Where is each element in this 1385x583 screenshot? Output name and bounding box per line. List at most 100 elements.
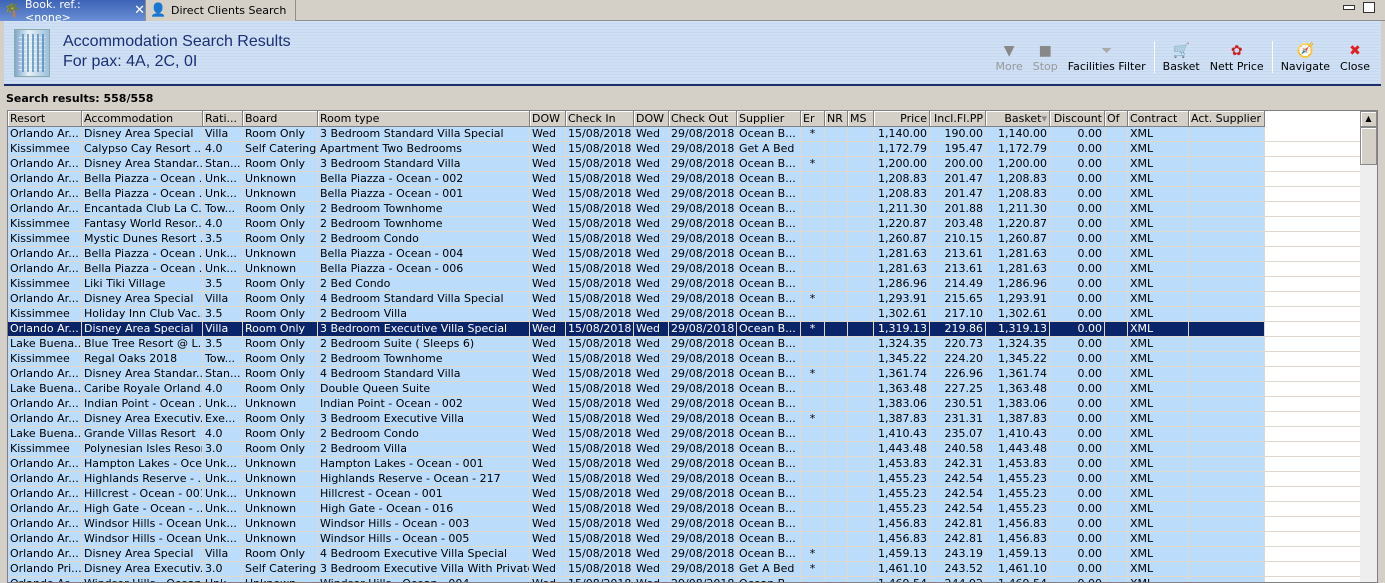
table-row[interactable]: Orlando Ar... Disney Area Special Villa Roo… — [8, 547, 1265, 562]
cell-basket: 1,286.96 — [986, 277, 1050, 292]
column-header-price[interactable]: Price — [874, 111, 930, 127]
cell-resort: Orlando Ar... — [8, 472, 82, 487]
column-header-check-out[interactable]: Check Out — [669, 111, 737, 127]
cell-basket: 1,461.10 — [986, 562, 1050, 577]
table-row[interactable]: Orlando Ar... Hampton Lakes - Oce... Unk..… — [8, 457, 1265, 472]
cell-ms — [848, 172, 874, 187]
close-button[interactable]: ✖ Close — [1335, 42, 1375, 73]
cell-resort: Kissimmee — [8, 277, 82, 292]
column-header-room-type[interactable]: Room type — [318, 111, 530, 127]
cell-board: Room Only — [243, 412, 318, 427]
table-row[interactable]: Kissimmee Mystic Dunes Resort ... 3.5 Room … — [8, 232, 1265, 247]
table-row[interactable]: Kissimmee Holiday Inn Club Vac... 3.5 Room … — [8, 307, 1265, 322]
column-header-label: Of — [1107, 112, 1120, 125]
table-row[interactable]: Kissimmee Regal Oaks 2018 Tow... Room Only 2… — [8, 352, 1265, 367]
cell-dow: Wed — [634, 187, 669, 202]
cell-dow: Wed — [530, 457, 566, 472]
column-header-discount[interactable]: Discount — [1050, 111, 1105, 127]
cell-er — [801, 142, 825, 157]
scroll-up-button[interactable]: ▲ — [1360, 111, 1377, 127]
cell-of — [1105, 337, 1128, 352]
minimize-button[interactable] — [1343, 5, 1355, 10]
column-header-board[interactable]: Board — [243, 111, 318, 127]
table-row[interactable]: Lake Buena... Blue Tree Resort @ L... 3.5 R… — [8, 337, 1265, 352]
table-row[interactable]: Orlando Ar... Disney Area Special Villa Roo… — [8, 127, 1265, 142]
cell-act-supplier — [1189, 337, 1265, 352]
column-header-of[interactable]: Of — [1105, 111, 1128, 127]
table-row[interactable]: Kissimmee Polynesian Isles Resort 3.0 Room … — [8, 442, 1265, 457]
cell-of — [1105, 547, 1128, 562]
column-header-basket[interactable]: Basket▾ — [986, 111, 1050, 127]
navigate-button[interactable]: 🧭 Navigate — [1276, 42, 1335, 73]
cell-of — [1105, 277, 1128, 292]
table-row[interactable]: Orlando Ar... Bella Piazza - Ocean ... Unk… — [8, 172, 1265, 187]
table-row[interactable]: Orlando Ar... Encantada Club La C... Tow..… — [8, 202, 1265, 217]
cell-contract: XML — [1128, 397, 1189, 412]
column-header-resort[interactable]: Resort — [8, 111, 82, 127]
table-row[interactable]: Orlando Ar... Disney Area Special Villa Roo… — [8, 322, 1265, 337]
cell-accommodation: Indian Point - Ocean ... — [82, 397, 203, 412]
cell-check-out: 29/08/2018 — [669, 232, 737, 247]
table-row[interactable]: Orlando Ar... Disney Area Special Villa Roo… — [8, 292, 1265, 307]
column-header-ms[interactable]: MS — [848, 111, 874, 127]
cell-check-out: 29/08/2018 — [669, 337, 737, 352]
column-header-incl-fl-pp[interactable]: Incl.Fl.PP — [930, 111, 986, 127]
maximize-button[interactable] — [1363, 2, 1375, 13]
table-row[interactable]: Orlando Ar... Highlands Reserve - ... Unk.… — [8, 472, 1265, 487]
cell-rati: 3.5 — [203, 277, 243, 292]
table-row[interactable]: Orlando Ar... Disney Area Executiv... Exe.… — [8, 412, 1265, 427]
basket-button[interactable]: 🛒 Basket — [1158, 42, 1205, 73]
cell-of — [1105, 172, 1128, 187]
table-row[interactable]: Kissimmee Liki Tiki Village 3.5 Room Only 2 … — [8, 277, 1265, 292]
cell-dow: Wed — [530, 277, 566, 292]
cell-dow: Wed — [530, 532, 566, 547]
page-header: Accommodation Search Results For pax: 4A… — [4, 21, 1381, 86]
table-row[interactable]: Orlando Ar... Hillcrest - Ocean - 001 Unk.… — [8, 487, 1265, 502]
table-row[interactable]: Orlando Ar... Disney Area Standar... Stan.… — [8, 157, 1265, 172]
tab-booking[interactable]: 🌴 Book. ref.: <none> ✕ — [0, 0, 146, 24]
table-row[interactable]: Orlando Ar... Bella Piazza - Ocean ... Unk… — [8, 187, 1265, 202]
column-header-label: Supplier — [739, 112, 785, 125]
facilities-filter-button[interactable]: ⏷ Facilities Filter — [1063, 42, 1151, 73]
table-row[interactable]: Orlando Ar...Windsor Hills - Ocean...Unk… — [8, 517, 1265, 532]
more-button[interactable]: ▼ More — [990, 42, 1027, 73]
table-row[interactable]: Kissimmee Calypso Cay Resort ... 4.0 Self C… — [8, 142, 1265, 157]
table-row[interactable]: Lake Buena... Grande Villas Resort 4.0 Room… — [8, 427, 1265, 442]
cell-check-out: 29/08/2018 — [669, 127, 737, 142]
close-tab-icon[interactable]: ✕ — [134, 3, 145, 18]
column-header-contract[interactable]: Contract — [1128, 111, 1189, 127]
cell-room-type: 3 Bedroom Executive Villa Special — [318, 322, 530, 337]
column-header-check-in[interactable]: Check In — [566, 111, 634, 127]
column-header-dow[interactable]: DOW — [530, 111, 566, 127]
table-row[interactable]: Orlando Ar... Bella Piazza - Ocean ... Unk… — [8, 262, 1265, 277]
table-row[interactable]: Orlando Ar... High Gate - Ocean - ... Unk.… — [8, 502, 1265, 517]
table-row[interactable]: Orlando Ar... Disney Area Standar... Stan.… — [8, 367, 1265, 382]
column-header-supplier[interactable]: Supplier — [737, 111, 801, 127]
table-row[interactable]: Orlando Ar... Bella Piazza - Ocean ... Unk… — [8, 247, 1265, 262]
cell-basket: 1,281.63 — [986, 262, 1050, 277]
table-row[interactable]: Lake Buena... Caribe Royale Orland... 4.0 R… — [8, 382, 1265, 397]
table-row[interactable]: Orlando Pri... Disney Area Executiv... 3.0… — [8, 562, 1265, 577]
cell-er — [801, 382, 825, 397]
column-header-dow[interactable]: DOW — [634, 111, 669, 127]
nett-price-button[interactable]: ✿ Nett Price — [1205, 42, 1269, 73]
cell-of — [1105, 262, 1128, 277]
table-row[interactable]: Kissimmee Fantasy World Resor... 4.0 Room O… — [8, 217, 1265, 232]
table-row[interactable]: Orlando Ar...Windsor Hills - Ocean...Unk… — [8, 577, 1265, 582]
column-header-rati[interactable]: Rati... — [203, 111, 243, 127]
cell-board: Unknown — [243, 502, 318, 517]
cell-contract: XML — [1128, 142, 1189, 157]
table-row[interactable]: Orlando Ar... Indian Point - Ocean ... Unk… — [8, 397, 1265, 412]
tab-direct-clients-search[interactable]: 👤 Direct Clients Search — [146, 0, 296, 21]
cell-basket: 1,456.83 — [986, 517, 1050, 532]
vertical-scrollbar[interactable]: ▲ — [1360, 111, 1377, 582]
scroll-thumb[interactable] — [1360, 127, 1377, 165]
column-header-act-supplier[interactable]: Act. Supplier — [1189, 111, 1265, 127]
cell-rati: Unk... — [203, 262, 243, 277]
table-row[interactable]: Orlando Ar...Windsor Hills - Ocean...Unk… — [8, 532, 1265, 547]
stop-button[interactable]: ■ Stop — [1028, 42, 1063, 73]
column-header-er[interactable]: Er — [801, 111, 825, 127]
column-header-nr[interactable]: NR — [825, 111, 848, 127]
column-header-accommodation[interactable]: Accommodation — [82, 111, 203, 127]
cell-dow: Wed — [634, 322, 669, 337]
